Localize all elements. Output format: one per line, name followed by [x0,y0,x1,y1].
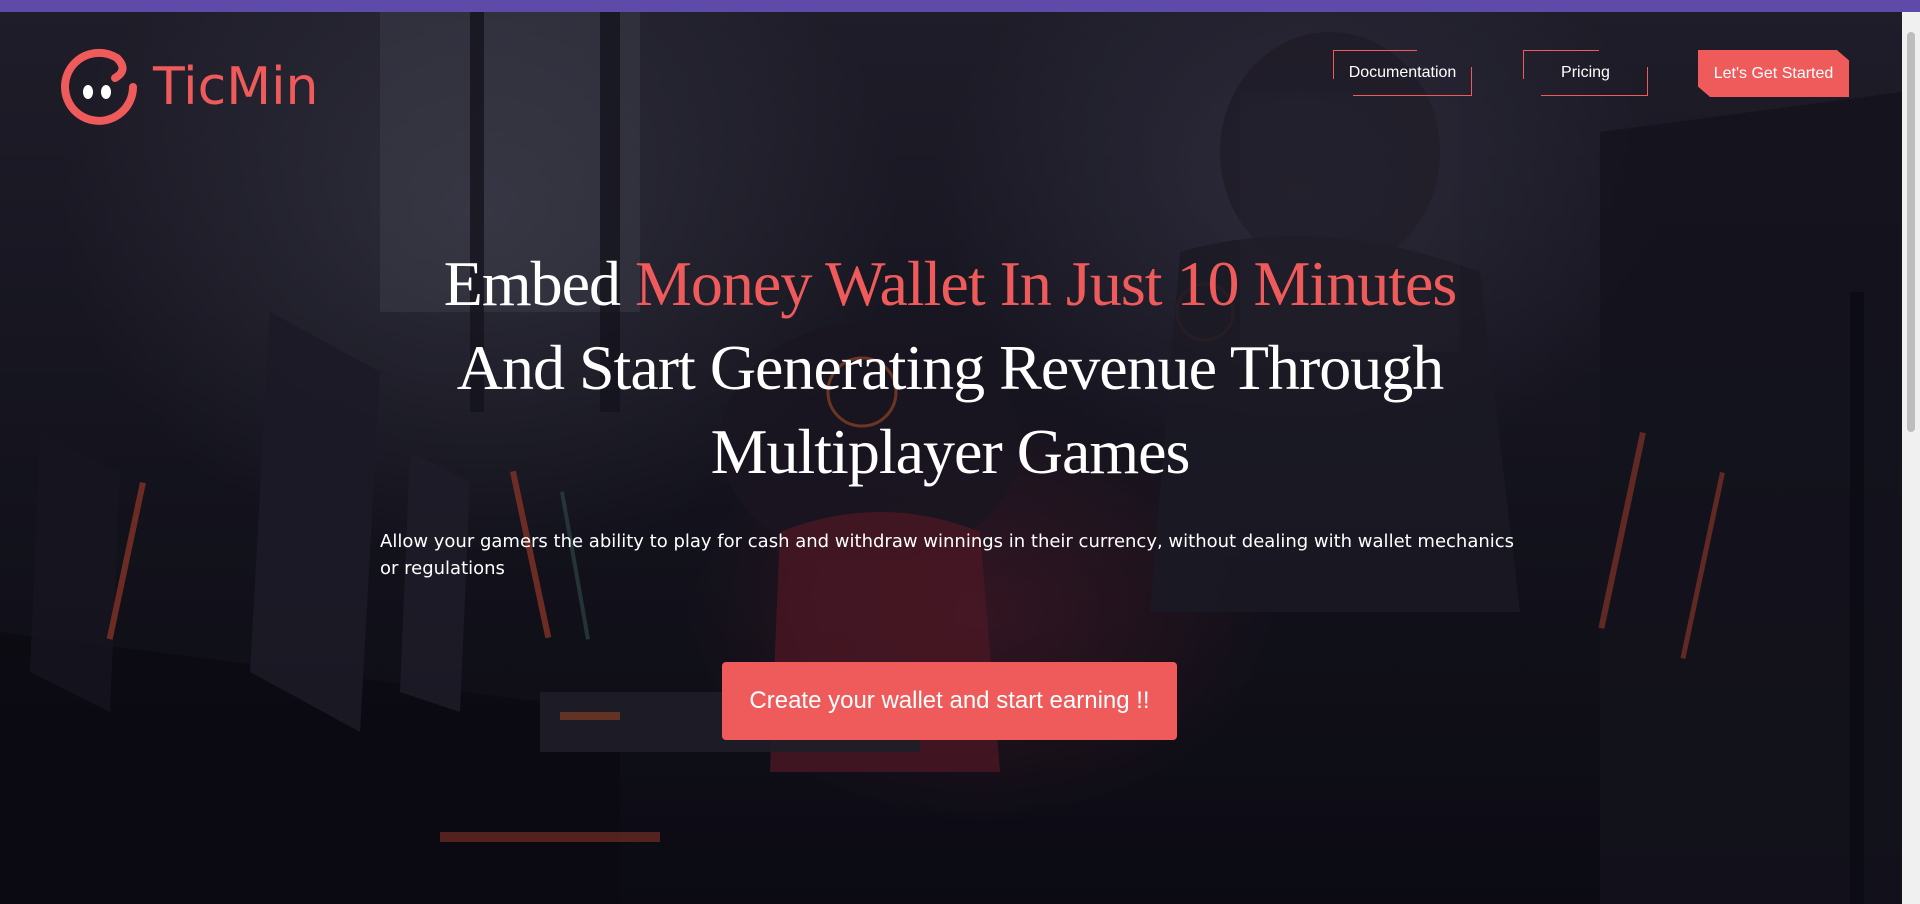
ticmin-face-logo-icon [61,48,137,125]
page-scrollbar[interactable] [1902,12,1920,904]
create-wallet-button[interactable]: Create your wallet and start earning !! [722,662,1177,740]
nav-documentation-label: Documentation [1348,64,1457,81]
create-wallet-label: Create your wallet and start earning !! [749,687,1150,714]
hero-section: TicMin Documentation Pricing Let's Get S… [0,12,1902,904]
headline-lead: Embed [443,248,635,319]
hero-subtext: Allow your gamers the ability to play fo… [380,531,1515,579]
headline-rest: And Start Generating Revenue Through Mul… [456,332,1445,487]
browser-accent-bar [0,0,1920,12]
hero-headline: Embed Money Wallet In Just 10 Minutes An… [380,242,1520,494]
headline-accent: Money Wallet In Just 10 Minutes [635,248,1457,319]
brand-logo[interactable]: TicMin [55,42,318,132]
nav-documentation-link[interactable]: Documentation [1333,50,1473,96]
get-started-button[interactable]: Let's Get Started [1698,50,1849,97]
nav-pricing-link[interactable]: Pricing [1523,50,1648,96]
scrollbar-thumb[interactable] [1907,32,1915,432]
nav-pricing-label: Pricing [1561,64,1610,81]
get-started-label: Let's Get Started [1713,64,1834,82]
brand-name: TicMin [153,57,319,117]
